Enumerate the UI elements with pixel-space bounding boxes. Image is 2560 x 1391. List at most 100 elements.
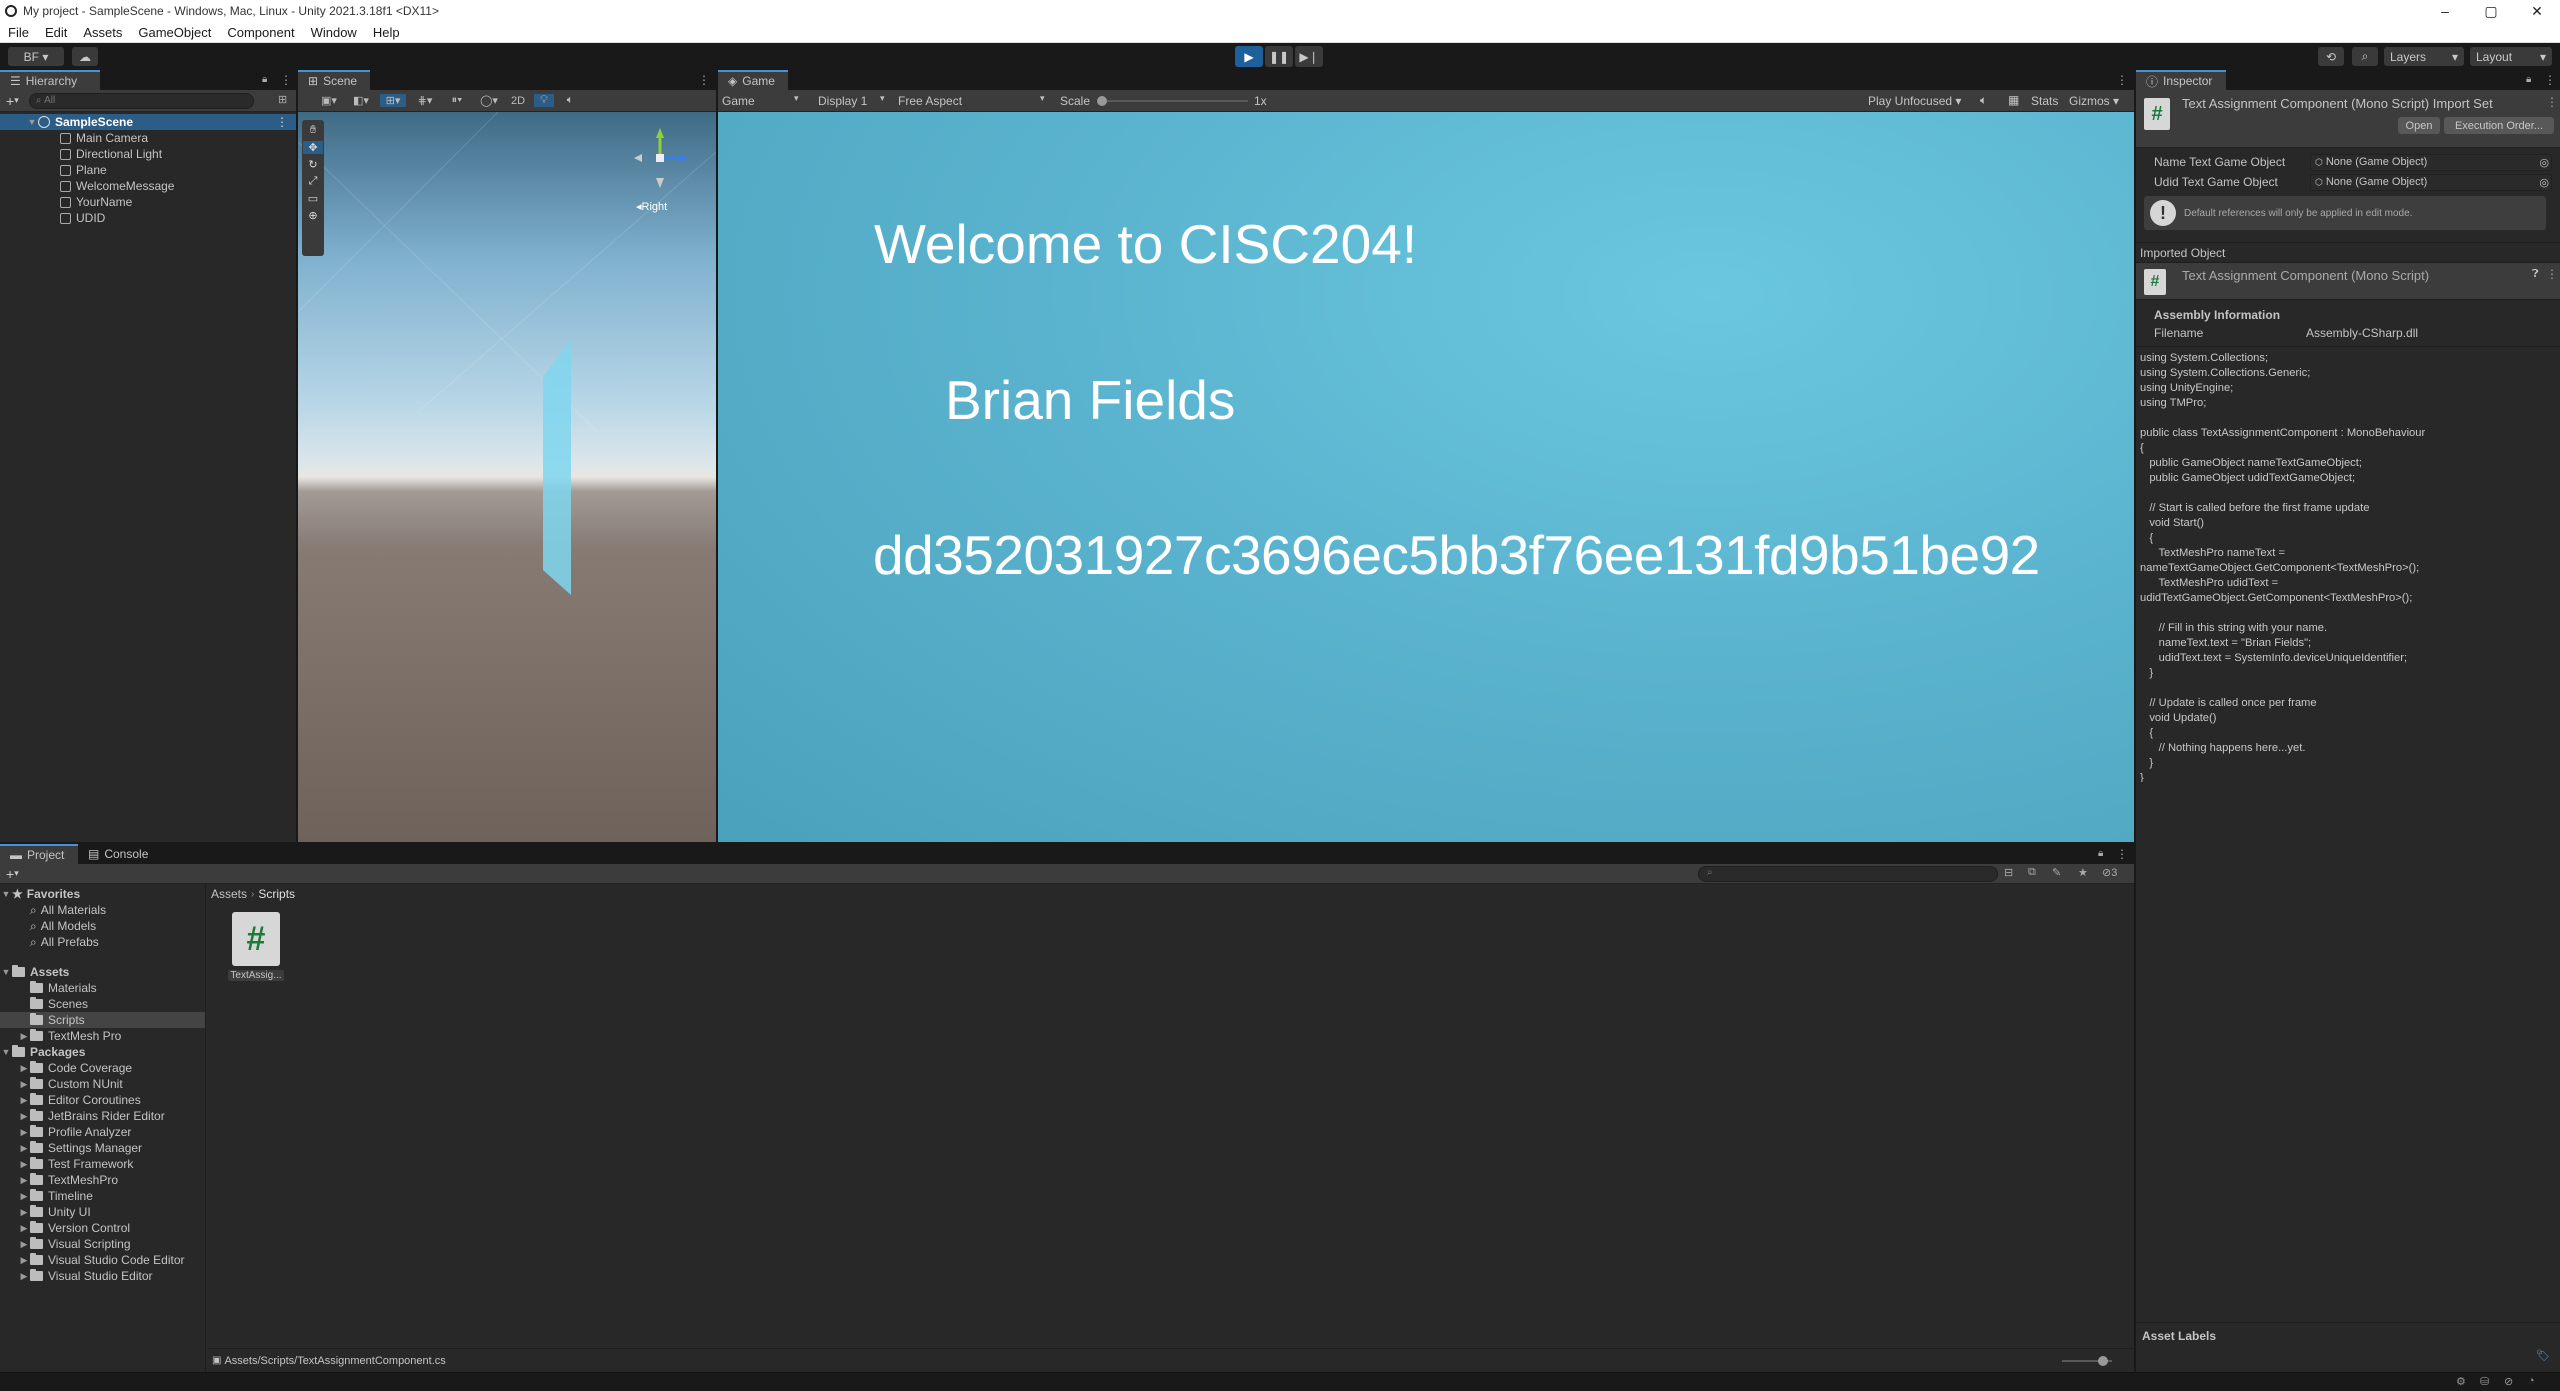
more-options-icon[interactable]: ⋮ xyxy=(2116,73,2128,87)
hidden-packages-icon[interactable]: ⊘3 xyxy=(2102,866,2117,879)
menu-file[interactable]: File xyxy=(0,25,37,40)
lock-icon[interactable]: 🔒︎ xyxy=(262,74,267,85)
cache-icon[interactable]: ⛁ xyxy=(2480,1375,2489,1388)
star-icon[interactable]: ★ xyxy=(2078,866,2088,879)
scene-viewport[interactable]: ✋︎ ✥ ↻ ⤢ ▭ ⊕ ◂Right xyxy=(298,112,716,842)
hierarchy-item-plane[interactable]: Plane xyxy=(60,162,296,178)
stats-grid-icon[interactable]: ▦ xyxy=(2008,93,2019,107)
icon-size-slider[interactable] xyxy=(2062,1356,2112,1366)
package-item[interactable]: ▶ Visual Studio Code Editor xyxy=(0,1252,205,1268)
help-icon[interactable]: ❓︎ xyxy=(2532,268,2539,281)
more-options-icon[interactable]: ⋮ xyxy=(2544,73,2556,87)
shading-icon[interactable]: ◯▾ xyxy=(476,94,502,107)
rotate-tool-icon[interactable]: ↻ xyxy=(308,158,317,171)
package-item[interactable]: ▶ Unity UI xyxy=(0,1204,205,1220)
mode-2d-button[interactable]: 2D xyxy=(508,95,528,107)
folder-materials[interactable]: Materials xyxy=(0,980,205,996)
lock-icon[interactable]: 🔒︎ xyxy=(2098,848,2103,859)
move-tool-icon[interactable]: ✥ xyxy=(303,141,323,154)
expand-arrow-icon[interactable]: ▼ xyxy=(26,117,38,127)
breadcrumb-scripts[interactable]: Scripts xyxy=(258,887,295,901)
favorite-all-prefabs[interactable]: ⌕ All Prefabs xyxy=(0,934,205,950)
hierarchy-search-input[interactable]: ⌕ All xyxy=(28,92,254,109)
folder-scenes[interactable]: Scenes xyxy=(0,996,205,1012)
package-item[interactable]: ▶ Visual Scripting xyxy=(0,1236,205,1252)
favorite-all-models[interactable]: ⌕ All Models xyxy=(0,918,205,934)
tab-project[interactable]: ▬ Project xyxy=(0,844,78,864)
more-options-icon[interactable]: ⋮ xyxy=(276,115,288,129)
aspect-dropdown[interactable]: Free Aspect xyxy=(898,94,962,108)
more-options-icon[interactable]: ⋮ xyxy=(280,73,292,87)
game-viewport[interactable]: Welcome to CISC204! Brian Fields dd35203… xyxy=(718,112,2134,842)
favorite-all-materials[interactable]: ⌕ All Materials xyxy=(0,902,205,918)
step-button[interactable]: ▶❘ xyxy=(1295,46,1323,67)
audio-icon[interactable]: 🔈︎ xyxy=(560,94,580,107)
menu-edit[interactable]: Edit xyxy=(37,25,75,40)
layout-dropdown[interactable]: Layout ▾ xyxy=(2470,47,2552,66)
packages-header[interactable]: ▼ Packages xyxy=(0,1044,205,1060)
search-icon[interactable]: ⌕ xyxy=(2352,47,2378,66)
more-options-icon[interactable]: ⋮ xyxy=(2546,95,2558,109)
stats-button[interactable]: Stats xyxy=(2031,94,2058,108)
tab-console[interactable]: ▤ Console xyxy=(78,844,158,864)
folder-textmesh-pro[interactable]: ▶ TextMesh Pro xyxy=(0,1028,205,1044)
scene-row[interactable]: ▼ SampleScene ⋮ xyxy=(0,114,296,130)
menu-help[interactable]: Help xyxy=(365,25,408,40)
package-item[interactable]: ▶ Code Coverage xyxy=(0,1060,205,1076)
tab-scene[interactable]: ⊞ Scene xyxy=(298,70,370,90)
orientation-gizmo[interactable] xyxy=(628,124,708,204)
more-options-icon[interactable]: ⋮ xyxy=(698,73,710,87)
snap-icon[interactable]: ⋕▾ xyxy=(412,94,438,107)
hierarchy-item-welcomemessage[interactable]: WelcomeMessage xyxy=(60,178,296,194)
tab-inspector[interactable]: ⓘ Inspector xyxy=(2136,70,2226,90)
package-item[interactable]: ▶ Version Control xyxy=(0,1220,205,1236)
render-mode-icon[interactable]: ◧▾ xyxy=(348,94,374,107)
transform-tool-icon[interactable]: ⊕ xyxy=(308,209,317,222)
progress-icon[interactable]: ◔ xyxy=(2528,1375,2535,1387)
assets-header[interactable]: ▼ Assets xyxy=(0,964,205,980)
network-icon[interactable]: ⊘ xyxy=(2504,1375,2513,1388)
debug-icon[interactable]: ⚙ xyxy=(2456,1375,2466,1388)
gizmos-button[interactable]: Gizmos ▾ xyxy=(2069,94,2119,108)
lock-icon[interactable]: 🔒︎ xyxy=(2526,74,2531,85)
hierarchy-item-yourname[interactable]: YourName xyxy=(60,194,296,210)
draw-mode-icon[interactable]: ▣▾ xyxy=(316,94,342,107)
search-by-label-icon[interactable]: ⧉ xyxy=(2028,866,2036,879)
label-tag-icon[interactable]: 🏷︎ xyxy=(2536,1349,2550,1362)
maximize-icon[interactable]: ▢ xyxy=(2468,3,2514,20)
scene-visibility-icon[interactable]: ⊞ xyxy=(278,93,287,106)
plane-object[interactable] xyxy=(543,340,571,595)
hand-tool-icon[interactable]: ✋︎ xyxy=(310,124,316,137)
favorites-header[interactable]: ▼ ★ Favorites xyxy=(0,886,205,902)
add-icon[interactable]: + xyxy=(6,93,14,109)
name-text-object-field[interactable]: ⬡ None (Game Object) ◎ xyxy=(2310,153,2552,171)
object-picker-icon[interactable]: ◎ xyxy=(2539,156,2549,169)
open-button[interactable]: Open xyxy=(2398,117,2440,134)
package-item[interactable]: ▶ Visual Studio Editor xyxy=(0,1268,205,1284)
package-item[interactable]: ▶ Profile Analyzer xyxy=(0,1124,205,1140)
menu-component[interactable]: Component xyxy=(219,25,302,40)
package-item[interactable]: ▶ Test Framework xyxy=(0,1156,205,1172)
history-icon[interactable]: ⟲ xyxy=(2318,47,2344,66)
display-dropdown[interactable]: Display 1 xyxy=(818,94,867,108)
increment-icon[interactable]: ⏸▾ xyxy=(444,94,470,107)
save-search-icon[interactable]: ✎ xyxy=(2052,866,2061,879)
menu-gameobject[interactable]: GameObject xyxy=(130,25,219,40)
udid-text-object-field[interactable]: ⬡ None (Game Object) ◎ xyxy=(2310,173,2552,191)
package-item[interactable]: ▶ Custom NUnit xyxy=(0,1076,205,1092)
more-options-icon[interactable]: ⋮ xyxy=(2116,847,2128,861)
package-item[interactable]: ▶ Settings Manager xyxy=(0,1140,205,1156)
lighting-icon[interactable]: 💡︎ xyxy=(534,94,554,107)
breadcrumb-assets[interactable]: Assets xyxy=(211,887,247,901)
package-item[interactable]: ▶ Editor Coroutines xyxy=(0,1092,205,1108)
execution-order-button[interactable]: Execution Order... xyxy=(2444,117,2554,134)
hierarchy-item-directional-light[interactable]: Directional Light xyxy=(60,146,296,162)
menu-assets[interactable]: Assets xyxy=(75,25,130,40)
hierarchy-item-main-camera[interactable]: Main Camera xyxy=(60,130,296,146)
scale-tool-icon[interactable]: ⤢ xyxy=(309,175,318,188)
package-item[interactable]: ▶ TextMeshPro xyxy=(0,1172,205,1188)
minimize-icon[interactable]: – xyxy=(2422,3,2468,20)
folder-scripts[interactable]: Scripts xyxy=(0,1012,205,1028)
play-mode-dropdown[interactable]: Play Unfocused ▾ xyxy=(1868,94,1961,108)
pivot-icon[interactable]: ⊞▾ xyxy=(380,94,406,107)
